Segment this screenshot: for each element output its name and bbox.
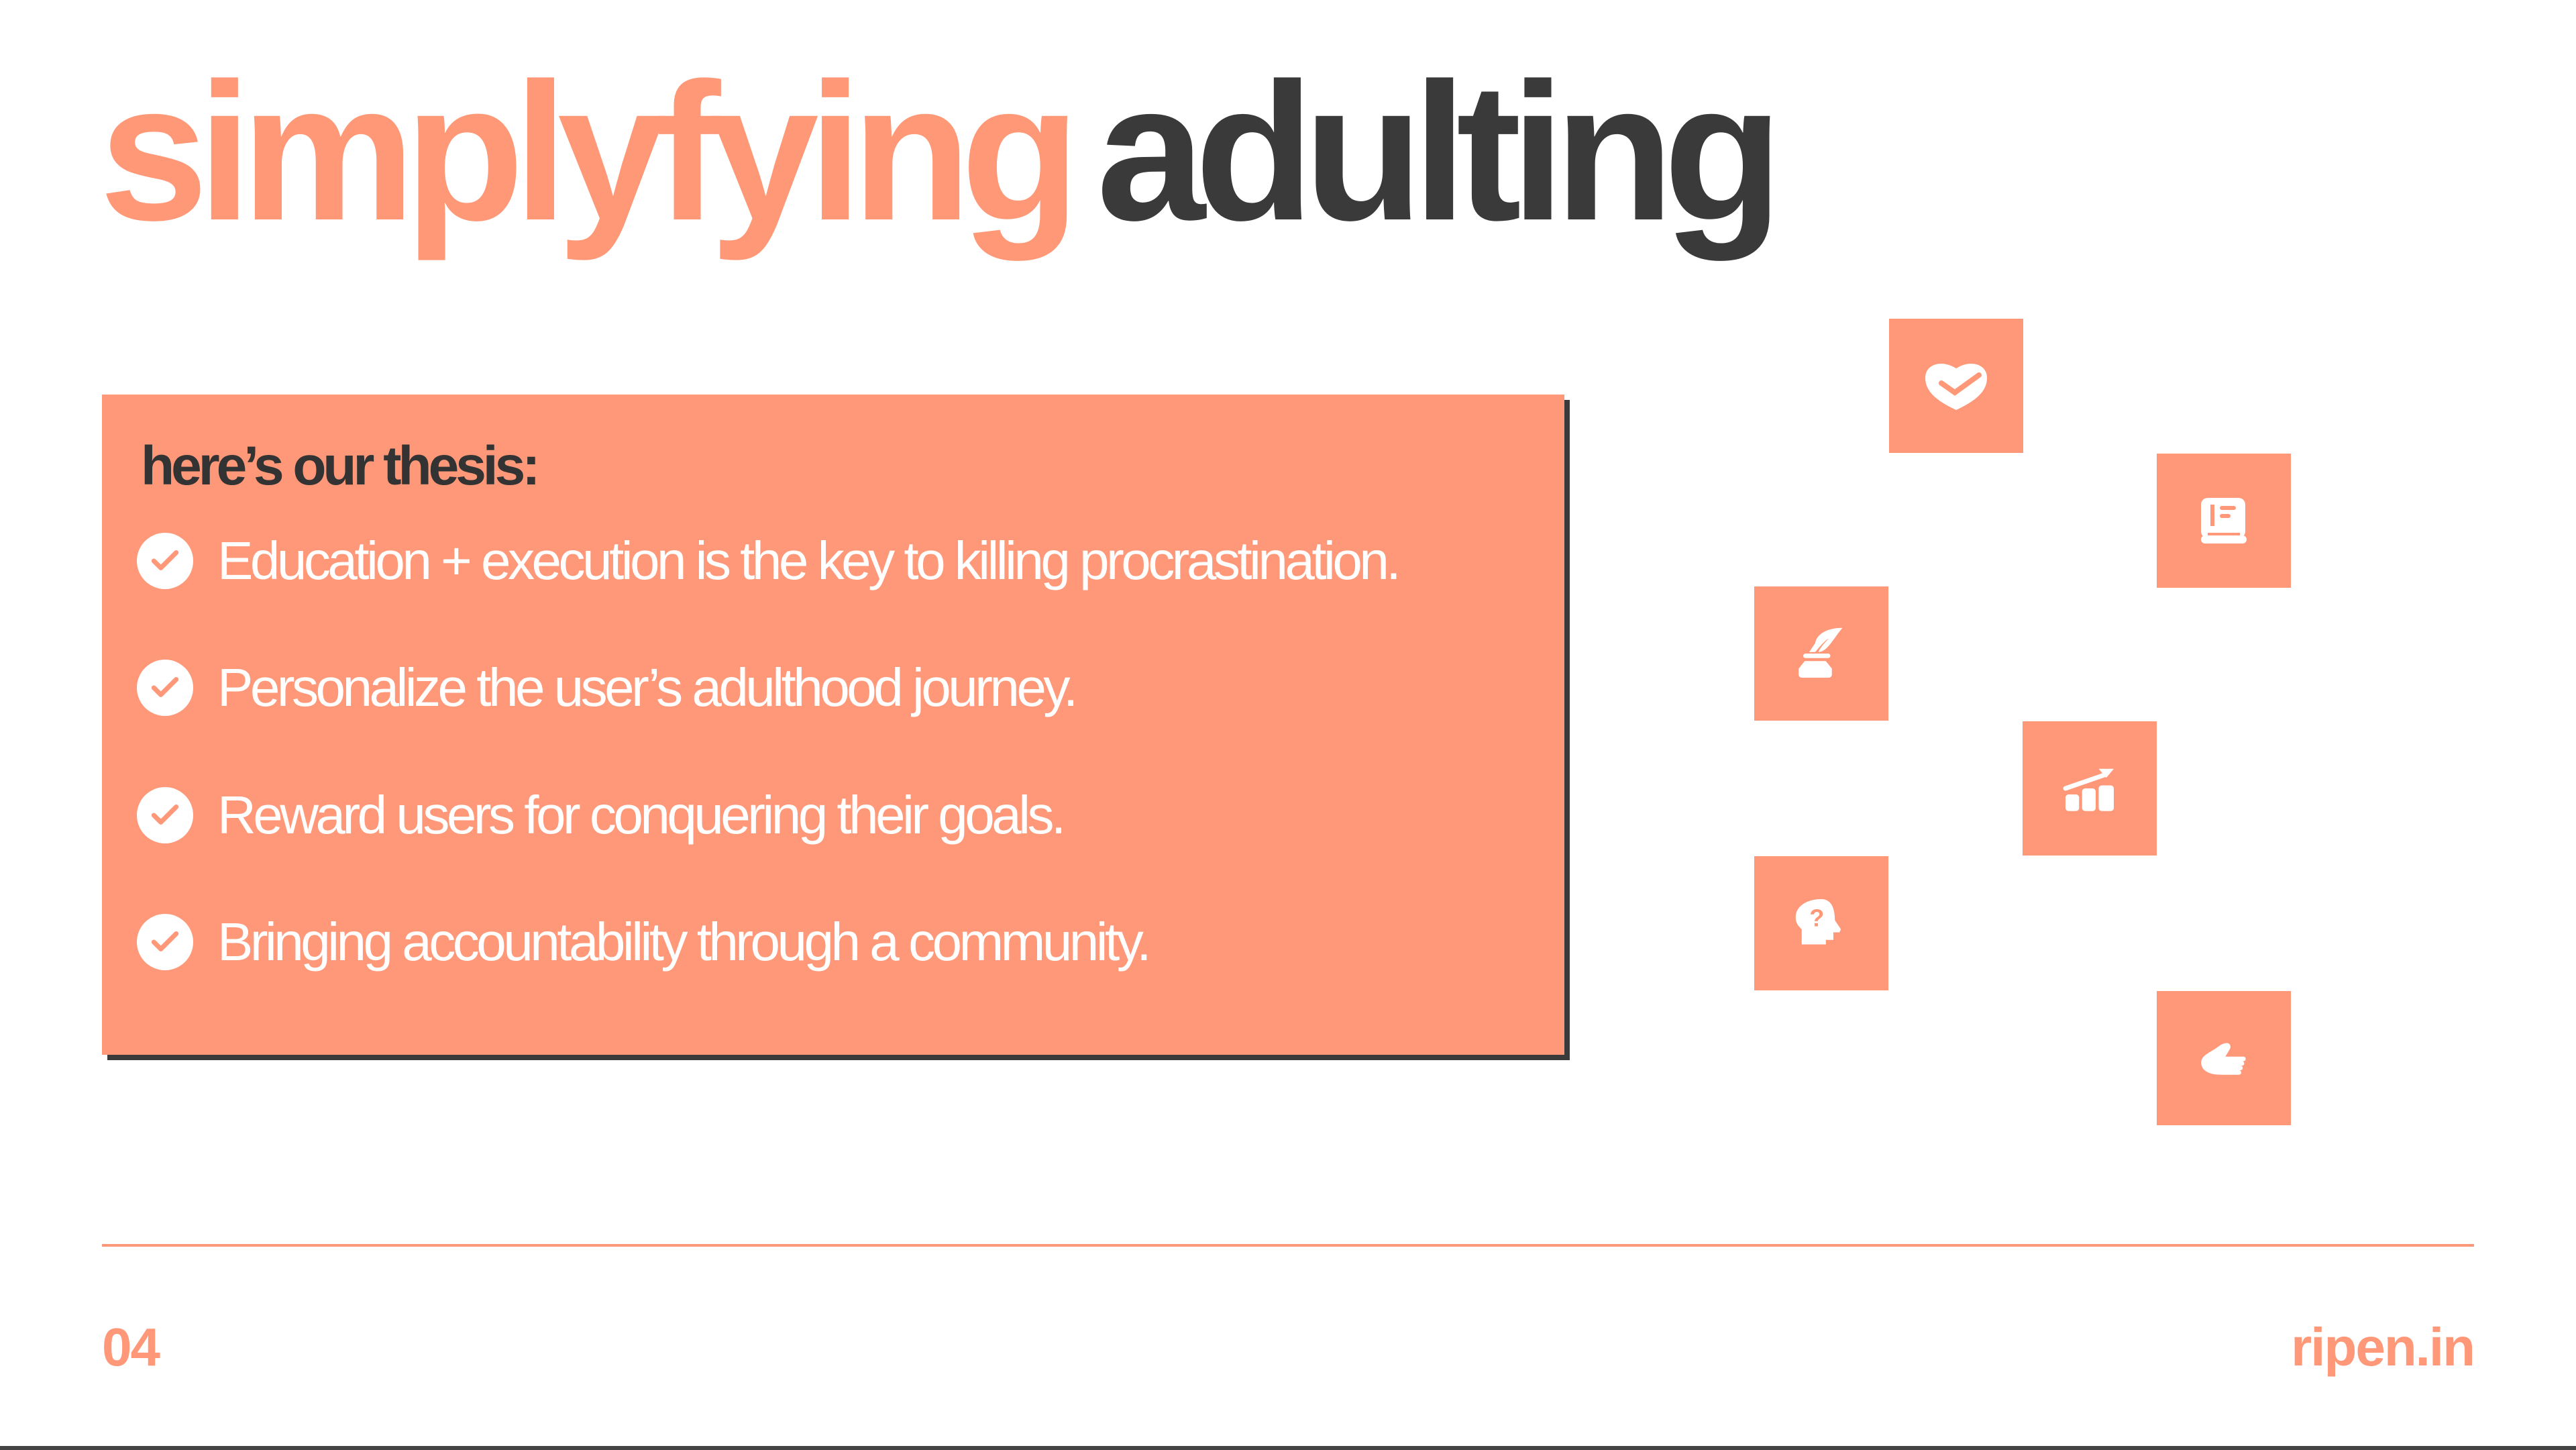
check-circle-icon bbox=[137, 787, 193, 843]
title-main: adulting bbox=[1096, 42, 1783, 261]
thesis-box: here’s our thesis: Education + execution… bbox=[102, 395, 1564, 1055]
check-circle-icon bbox=[137, 533, 193, 589]
thesis-item: Education + execution is the key to kill… bbox=[137, 527, 1401, 594]
title-accent: simplyfying bbox=[99, 42, 1081, 261]
thesis-item-text: Personalize the user’s adulthood journey… bbox=[217, 658, 1078, 717]
growth-chart-icon bbox=[2023, 721, 2157, 856]
thesis-heading: here’s our thesis: bbox=[141, 435, 541, 497]
svg-text:?: ? bbox=[1809, 904, 1824, 932]
head-question-icon: ? bbox=[1754, 856, 1888, 990]
thumbs-up-icon bbox=[2157, 991, 2291, 1125]
quill-ink-icon bbox=[1754, 586, 1888, 721]
book-icon bbox=[2157, 454, 2291, 588]
thesis-item-text: Reward users for conquering their goals. bbox=[217, 785, 1066, 845]
site-link[interactable]: ripen.in bbox=[2291, 1316, 2475, 1378]
heart-check-icon bbox=[1889, 319, 2023, 453]
check-circle-icon bbox=[137, 914, 193, 970]
footer-divider bbox=[102, 1244, 2474, 1247]
bottom-edge bbox=[0, 1446, 2576, 1450]
thesis-item: Personalize the user’s adulthood journey… bbox=[137, 654, 1078, 721]
thesis-item-text: Education + execution is the key to kill… bbox=[217, 531, 1401, 590]
page-number: 04 bbox=[102, 1317, 160, 1377]
slide-title: simplyfying adulting bbox=[99, 54, 1783, 250]
thesis-item: Bringing accountability through a commun… bbox=[137, 909, 1152, 976]
thesis-item: Reward users for conquering their goals. bbox=[137, 782, 1066, 849]
check-circle-icon bbox=[137, 660, 193, 716]
thesis-item-text: Bringing accountability through a commun… bbox=[217, 912, 1152, 972]
